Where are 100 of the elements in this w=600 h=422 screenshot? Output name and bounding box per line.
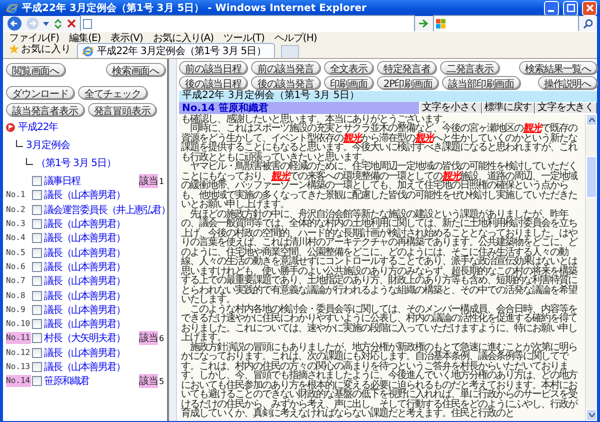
checkbox[interactable]: [32, 204, 42, 215]
font-size-button[interactable]: 文字を大きく: [534, 102, 597, 114]
speaker-link[interactable]: 村長（大矢明夫君）: [44, 331, 139, 346]
stop-icon[interactable]: [67, 19, 76, 28]
menu-item[interactable]: ヘルプ(H): [274, 31, 317, 45]
close-button[interactable]: [582, 0, 597, 16]
font-size-button[interactable]: 標準に戻す: [482, 102, 535, 114]
caret-down-icon: [588, 413, 594, 417]
tree-item[interactable]: 3月定例会: [26, 138, 70, 152]
checkbox[interactable]: [32, 276, 42, 286]
toolbar-button[interactable]: 全文表示: [324, 61, 374, 74]
windows-logo-icon: [436, 18, 446, 28]
checkbox[interactable]: [32, 262, 42, 272]
speaker-link[interactable]: 議事日程: [44, 174, 139, 188]
speaker-link[interactable]: 議長（山本善男君）: [44, 346, 165, 360]
speaker-link[interactable]: 議長（山本善男君）: [44, 188, 165, 202]
item-number: No.13: [6, 361, 31, 373]
minimize-button[interactable]: [544, 0, 559, 16]
item-number: No.3: [6, 218, 26, 230]
star-icon: [9, 44, 19, 54]
toolbar-button[interactable]: 特定発言者: [377, 61, 436, 74]
toolbar-button[interactable]: 2P印刷画面: [377, 76, 438, 89]
item-number: No.7: [6, 275, 26, 288]
speaker-link[interactable]: 議長（山本善男君）: [44, 274, 165, 288]
scroll-thumb[interactable]: [586, 156, 597, 198]
item-number: No.14: [6, 375, 31, 388]
menu-item[interactable]: ファイル(F): [9, 31, 60, 45]
back-icon[interactable]: [7, 16, 22, 31]
speaker-link[interactable]: 議長（山本善男君）: [44, 246, 165, 260]
toolbar-button[interactable]: 該当部印刷画面: [442, 76, 520, 89]
tree-connector: [26, 158, 33, 164]
speaker-link[interactable]: 議長（山本善男君）: [44, 360, 165, 374]
checkbox[interactable]: [32, 190, 42, 200]
checkbox[interactable]: [32, 348, 42, 358]
checkbox[interactable]: [32, 333, 42, 344]
match-badge: 該当: [139, 374, 158, 388]
page-icon: [83, 18, 92, 28]
favorites-button[interactable]: お気に入り: [9, 42, 71, 56]
item-number: No.8: [6, 290, 26, 302]
action-button[interactable]: 全てチェック: [78, 86, 147, 99]
speaker-link[interactable]: 議長（山本善男君）: [44, 217, 165, 232]
toolbar-button[interactable]: 前の該当日程: [179, 61, 248, 74]
speaker-link[interactable]: 議長（山本善男君）: [44, 231, 165, 246]
menu-item[interactable]: 編集(E): [69, 31, 101, 45]
tree-item[interactable]: （第1号 3月 5日）: [36, 156, 116, 170]
scroll-down-button[interactable]: [586, 409, 597, 421]
browser-logo-icon: [6, 2, 18, 14]
action-button[interactable]: 発言冒頭表示: [88, 103, 156, 116]
toolbar-button[interactable]: 前の該当発言: [251, 61, 320, 74]
toolbar-button[interactable]: 後の該当発言: [251, 76, 320, 89]
browser-logo-icon: [82, 45, 94, 57]
checkbox[interactable]: [32, 176, 42, 186]
toolbar-button[interactable]: 印刷画面: [324, 76, 374, 89]
match-count: 1: [159, 176, 165, 186]
tree-item[interactable]: 平成22年: [18, 120, 58, 134]
item-number: No.10: [6, 318, 31, 330]
checkbox[interactable]: [32, 304, 42, 315]
speech-paragraph: 施政方針演説の冒頭にもありましたが、地方分権が新政権のもとで急速に進むことが次第に明らかになっております。これは、次の課題にも対応します。自治基本条例、議会条例等に関してです。これは、村内の住民の方々の関心の高まりを待つというご答弁を村長からいただいております。しかし、今、冒頭でも指摘されましたように、今後進んでいく地方分権のあり方は、どの地方においても住民参加のあり方を根本的に変える必要に迫られるものだと考えております。本村においても避けることのできない財政的な基盤の低下を視野に入れれば、単に行政からのサービスを受けるだけの住民から、みずから考え、声に出し、そして行動する住民をどのようにふやし、行政が育成していくか、真剣に考えなければならない課題だと考えます。住民と行政のと: [181, 342, 578, 418]
speech-paragraph: ヤマビル・鳥獣害被害の軽減のために、住宅地周辺一定地域の皆伐の可能性を検討していただくことにもなっており、観光での来客への環境整備の一環としての観光施設、道路の周辺、一定地域の緩衝地帯、バッファーゾーン構築の一環としても、加えて住宅地の日照権の確保という点からも、他地域で実施の多くなってきた景観に配慮した皆伐の可能性をぜひ検討し実施していただきたいとお願い申し上げます。: [181, 162, 578, 210]
toolbar-button[interactable]: 検索結果一覧へ: [519, 61, 597, 74]
scroll-up-button[interactable]: [586, 114, 597, 126]
dropdown-icon[interactable]: [43, 22, 49, 26]
item-number: No.6: [6, 260, 26, 273]
checkbox[interactable]: [32, 290, 42, 301]
speaker-link[interactable]: 議長（山本善男君）: [44, 317, 165, 332]
speaker-link[interactable]: 議会運営委員長（井上惠弘君）: [44, 202, 167, 217]
action-button[interactable]: ダウンロード: [6, 86, 74, 99]
toolbar-button[interactable]: 操作説明へ: [538, 76, 597, 89]
flag-circle-icon: [6, 122, 15, 132]
toolbar-button[interactable]: 二発言表示: [440, 61, 500, 74]
speaker-link[interactable]: 議長（山本善男君）: [44, 260, 165, 274]
font-size-button[interactable]: 文字を小さく: [419, 102, 482, 114]
toolbar-button[interactable]: 後の該当日程: [179, 76, 248, 89]
checkbox[interactable]: [32, 376, 42, 386]
speaker-link[interactable]: 笹原和織君: [44, 374, 139, 388]
match-badge: 該当: [139, 331, 158, 346]
checkbox[interactable]: [32, 233, 42, 244]
search-icon[interactable]: [583, 18, 593, 28]
speaker-link[interactable]: 議長（山本善男君）: [44, 288, 165, 303]
menu-item[interactable]: 表示(V): [110, 31, 143, 45]
checkbox[interactable]: [32, 219, 42, 230]
search-field[interactable]: [433, 15, 579, 32]
checkbox[interactable]: [32, 248, 42, 258]
go-arrow-icon[interactable]: [419, 19, 429, 28]
tree-connector: [16, 140, 23, 146]
action-button[interactable]: 該当発言者表示: [6, 103, 84, 116]
menu-item[interactable]: ツール(T): [224, 31, 264, 45]
maximize-button[interactable]: [563, 0, 578, 16]
maximize-icon: [566, 4, 574, 12]
browser-tab[interactable]: 平成22年 3月定例会（第1号 3月 5日）: [77, 43, 275, 58]
nav-button[interactable]: 検索画面へ: [106, 63, 165, 76]
nav-button[interactable]: 閲覧画面へ: [6, 63, 66, 76]
speech-paragraph: も確認し、感謝したいと思います。本当にありがとうございます。: [181, 114, 451, 124]
item-number: No.11: [6, 332, 31, 344]
speaker-link[interactable]: 議長（山本善男君）: [44, 302, 165, 317]
address-field[interactable]: [80, 15, 415, 32]
menu-item[interactable]: お気に入り(A): [152, 31, 214, 45]
checkbox[interactable]: [32, 362, 42, 372]
match-count: 6: [159, 334, 165, 343]
checkbox[interactable]: [32, 319, 42, 330]
